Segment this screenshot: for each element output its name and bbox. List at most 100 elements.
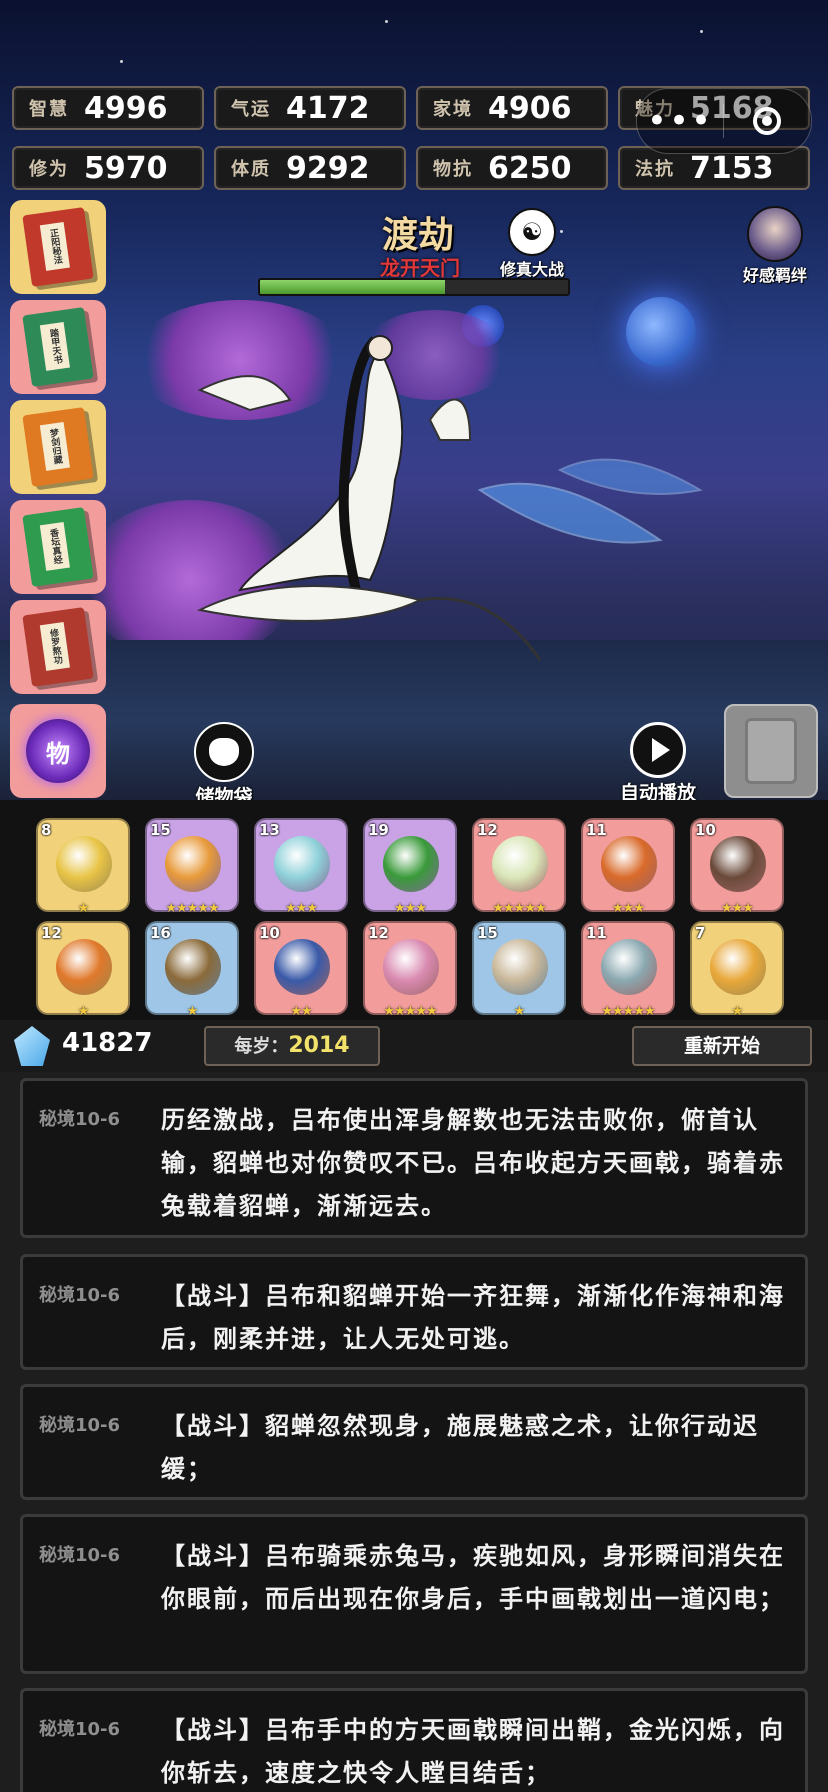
crystal-icon (14, 1026, 50, 1066)
event-log: 秘境10-6 历经激战，吕布使出浑身解数也无法击败你，俯首认输，貂蝉也对你赞叹不已… (0, 1072, 828, 1792)
skill-book-5[interactable]: 修罗熬功 (10, 600, 106, 694)
currency-bar: 41827 每岁：2014 重新开始 (0, 1022, 828, 1072)
item-grid: 8 ★ 15 ★★★★★ 13 ★★★ 19 ★★★ 12 ★★★★★ 11 ★★★ 10 ★★★ 12 ★ 1… (0, 800, 828, 1020)
play-icon (630, 722, 686, 778)
affection-button[interactable]: 好感羁绊 (730, 206, 820, 286)
item-stars: ★★★ (285, 901, 318, 916)
stage-progress-fill (260, 280, 445, 294)
book-icon: 修罗熬功 (22, 607, 94, 687)
autoplay-button[interactable]: 自动播放 (608, 722, 708, 805)
log-text: 【战斗】吕布和貂蝉开始一齐狂舞，渐渐化作海神和海后，刚柔并进，让人无处可逃。 (161, 1282, 785, 1353)
affection-label: 好感羁绊 (742, 266, 807, 285)
log-tag: 秘境10-6 (39, 1285, 121, 1306)
item-icon (601, 836, 657, 892)
item-icon (710, 836, 766, 892)
stat-value: 6250 (488, 150, 572, 186)
item-level: 10 (695, 821, 716, 839)
stat-value: 4996 (84, 90, 168, 126)
item-icon (601, 939, 657, 995)
item-slot[interactable]: 19 ★★★ (363, 818, 457, 916)
stat-label: 法抗 (635, 159, 675, 180)
item-slot[interactable]: 10 ★★ (254, 921, 348, 1019)
item-slot[interactable]: 15 ★★★★★ (145, 818, 239, 916)
stat-wisdom: 智慧 4996 (12, 86, 204, 130)
restart-button[interactable]: 重新开始 (632, 1026, 812, 1066)
log-text: 【战斗】貂蝉忽然现身，施展魅惑之术，让你行动迟缓； (161, 1412, 759, 1483)
item-slot[interactable]: 12 ★★★★★ (363, 921, 457, 1019)
item-icon (383, 836, 439, 892)
storage-bag-button[interactable]: 储物袋 (182, 722, 266, 809)
stat-value: 5970 (84, 150, 168, 186)
item-slot[interactable]: 7 ★ (690, 921, 784, 1019)
log-entry: 秘境10-6 【战斗】貂蝉忽然现身，施展魅惑之术，让你行动迟缓； (20, 1384, 808, 1500)
companion-avatar-icon (747, 206, 803, 262)
stat-family: 家境 4906 (416, 86, 608, 130)
more-icon[interactable]: ••• (637, 104, 723, 138)
stat-label: 气运 (231, 99, 271, 120)
book-icon: 梦剑归藏 (22, 407, 94, 487)
item-icon (165, 939, 221, 995)
stage-progress-bar (258, 278, 570, 296)
item-icon (710, 939, 766, 995)
item-slot[interactable]: 16 ★ (145, 921, 239, 1019)
skill-book-4[interactable]: 香坛真经 (10, 500, 106, 594)
item-level: 12 (477, 821, 498, 839)
crystal-count: 41827 (62, 1028, 153, 1058)
restart-label: 重新开始 (683, 1035, 760, 1057)
stat-value: 4906 (488, 90, 572, 126)
stat-value: 4172 (286, 90, 370, 126)
skill-book-2[interactable]: 踏甲天书 (10, 300, 106, 394)
item-slot[interactable]: 11 ★★★ (581, 818, 675, 916)
star (700, 30, 703, 33)
scroll-button[interactable] (724, 704, 818, 798)
skill-book-3[interactable]: 梦剑归藏 (10, 400, 106, 494)
capsule-menu: ••• (636, 88, 812, 154)
book-title: 香坛真经 (39, 521, 70, 571)
item-stars: ★★★ (721, 901, 754, 916)
item-slot[interactable]: 11 ★★★★★ (581, 921, 675, 1019)
stat-label: 智慧 (29, 99, 69, 120)
stat-label: 体质 (231, 159, 271, 180)
log-tag: 秘境10-6 (39, 1415, 121, 1436)
item-level: 12 (368, 924, 389, 942)
item-level: 11 (586, 924, 607, 942)
age-value: 2014 (288, 1033, 350, 1058)
item-level: 13 (259, 821, 280, 839)
star (385, 20, 388, 23)
log-entry: 秘境10-6 【战斗】吕布和貂蝉开始一齐狂舞，渐渐化作海神和海后，刚柔并进，让人无… (20, 1254, 808, 1370)
close-icon[interactable] (724, 107, 810, 135)
item-icon (383, 939, 439, 995)
item-stars: ★★★★★ (383, 1004, 437, 1019)
item-level: 8 (41, 821, 52, 839)
stat-label: 修为 (29, 159, 69, 180)
item-stars: ★ (186, 1004, 199, 1019)
stat-physique: 体质 9292 (214, 146, 406, 190)
item-level: 16 (150, 924, 171, 942)
book-icon: 香坛真经 (22, 507, 94, 587)
item-slot[interactable]: 13 ★★★ (254, 818, 348, 916)
stat-physical-resist: 物抗 6250 (416, 146, 608, 190)
log-entry: 秘境10-6 【战斗】吕布骑乘赤兔马，疾驰如风，身形瞬间消失在你眼前，而后出现在你… (20, 1514, 808, 1674)
item-slot[interactable]: 8 ★ (36, 818, 130, 916)
item-icon (492, 939, 548, 995)
star (120, 60, 123, 63)
log-tag: 秘境10-6 (39, 1109, 121, 1130)
age-label: 每岁： (234, 1036, 289, 1057)
item-orb-button[interactable]: 物 (10, 704, 106, 798)
log-text: 历经激战，吕布使出浑身解数也无法击败你，俯首认输，貂蝉也对你赞叹不已。吕布收起方… (161, 1106, 785, 1220)
item-slot[interactable]: 12 ★ (36, 921, 130, 1019)
item-slot[interactable]: 12 ★★★★★ (472, 818, 566, 916)
item-slot[interactable]: 10 ★★★ (690, 818, 784, 916)
item-stars: ★ (513, 1004, 526, 1019)
item-stars: ★★ (290, 1004, 312, 1019)
item-level: 12 (41, 924, 62, 942)
stage-subtitle: 龙开天门 (380, 256, 460, 280)
item-level: 15 (150, 821, 171, 839)
skill-book-1[interactable]: 正阳秘法 (10, 200, 106, 294)
battle-button[interactable]: ☯ 修真大战 (492, 208, 572, 280)
stat-cultivation: 修为 5970 (12, 146, 204, 190)
stage-title: 渡劫 (381, 215, 454, 256)
item-icon (492, 836, 548, 892)
item-slot[interactable]: 15 ★ (472, 921, 566, 1019)
item-stars: ★★★★★ (492, 901, 546, 916)
